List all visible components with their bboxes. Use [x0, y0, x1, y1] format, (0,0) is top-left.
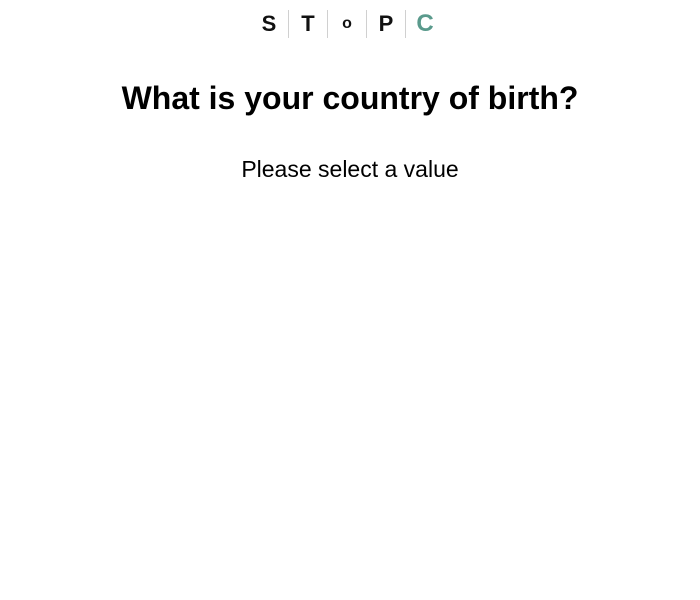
- logo-letter-s: S: [261, 11, 277, 36]
- logo-letter-t: T: [301, 11, 315, 36]
- logo-letter-c: C: [416, 10, 434, 37]
- stopc-logo: S T o P C: [250, 10, 444, 38]
- logo-letter-o: o: [342, 15, 352, 32]
- question-title: What is your country of birth?: [121, 80, 579, 116]
- page: S T o P C What is your country of birth?…: [0, 0, 700, 600]
- logo-letter-p: P: [378, 11, 394, 36]
- select-instruction: Please select a value: [241, 156, 459, 182]
